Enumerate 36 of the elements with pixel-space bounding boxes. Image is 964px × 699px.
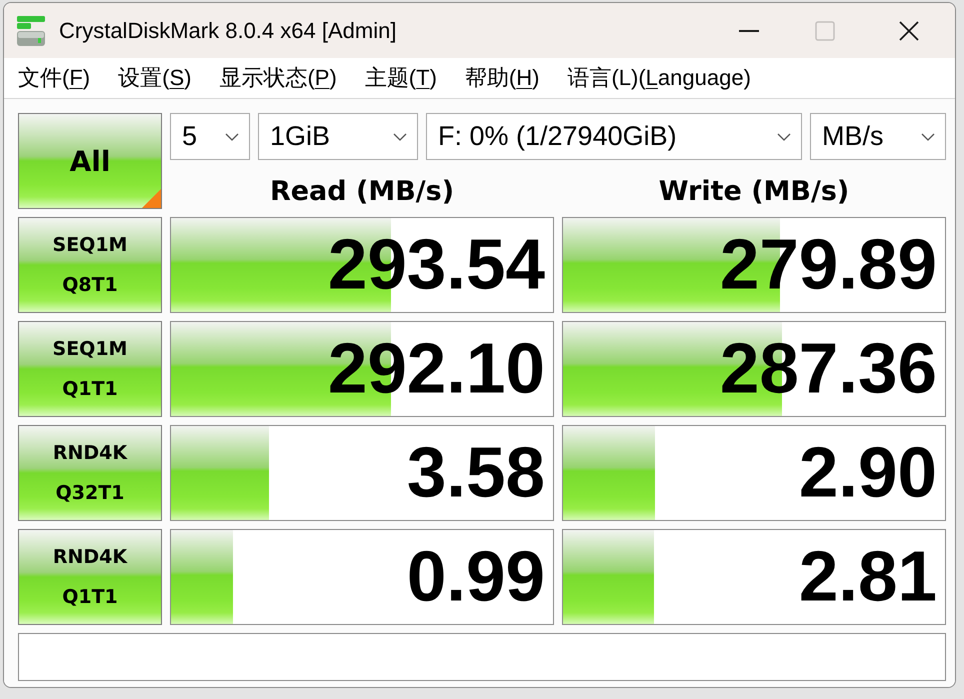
corner-triangle-icon bbox=[142, 189, 161, 208]
dropdown[interactable]: F: 0% (1/27940GiB) bbox=[426, 113, 802, 160]
menu-item[interactable]: 显示状态(P) bbox=[205, 63, 351, 93]
chevron-down-icon bbox=[393, 132, 407, 140]
drive-icon bbox=[15, 14, 47, 46]
dropdown[interactable]: 1GiB bbox=[258, 113, 418, 160]
score-value: 3.58 bbox=[406, 438, 545, 508]
chevron-down-icon bbox=[777, 132, 791, 140]
comment-field[interactable] bbox=[18, 633, 946, 681]
dropdown[interactable]: MB/s bbox=[810, 113, 946, 160]
column-header: Read (MB/s) bbox=[268, 175, 456, 209]
column-header: Write (MB/s) bbox=[658, 175, 850, 209]
window-title: CrystalDiskMark 8.0.4 x64 [Admin] bbox=[59, 18, 396, 44]
test-button[interactable]: RND4K Q32T1 bbox=[18, 425, 162, 521]
test-button[interactable]: SEQ1M Q1T1 bbox=[18, 321, 162, 417]
menu-item[interactable]: 语言(L)(Language) bbox=[553, 63, 765, 93]
chevron-down-icon bbox=[225, 132, 239, 140]
score-value: 292.10 bbox=[328, 334, 545, 404]
dropdown[interactable]: 5 bbox=[170, 113, 250, 160]
score-value: 287.36 bbox=[720, 334, 937, 404]
maximize-icon bbox=[815, 20, 835, 40]
run-all-button[interactable]: All bbox=[18, 113, 162, 209]
menu-item[interactable]: 文件(F) bbox=[4, 63, 104, 93]
menu-item[interactable]: 主题(T) bbox=[350, 63, 451, 93]
test-button[interactable]: RND4K Q1T1 bbox=[18, 529, 162, 625]
menu-item[interactable]: 帮助(H) bbox=[450, 63, 554, 93]
score-value: 0.99 bbox=[406, 542, 545, 612]
close-icon bbox=[899, 20, 919, 40]
chevron-down-icon bbox=[921, 132, 935, 140]
score-value: 279.89 bbox=[720, 230, 937, 300]
score-value: 293.54 bbox=[328, 230, 545, 300]
score-value: 2.81 bbox=[798, 542, 937, 612]
test-button[interactable]: SEQ1M Q8T1 bbox=[18, 217, 162, 313]
score-value: 2.90 bbox=[798, 438, 937, 508]
menu-item[interactable]: 设置(S) bbox=[104, 63, 206, 93]
minimize-icon bbox=[739, 30, 759, 32]
